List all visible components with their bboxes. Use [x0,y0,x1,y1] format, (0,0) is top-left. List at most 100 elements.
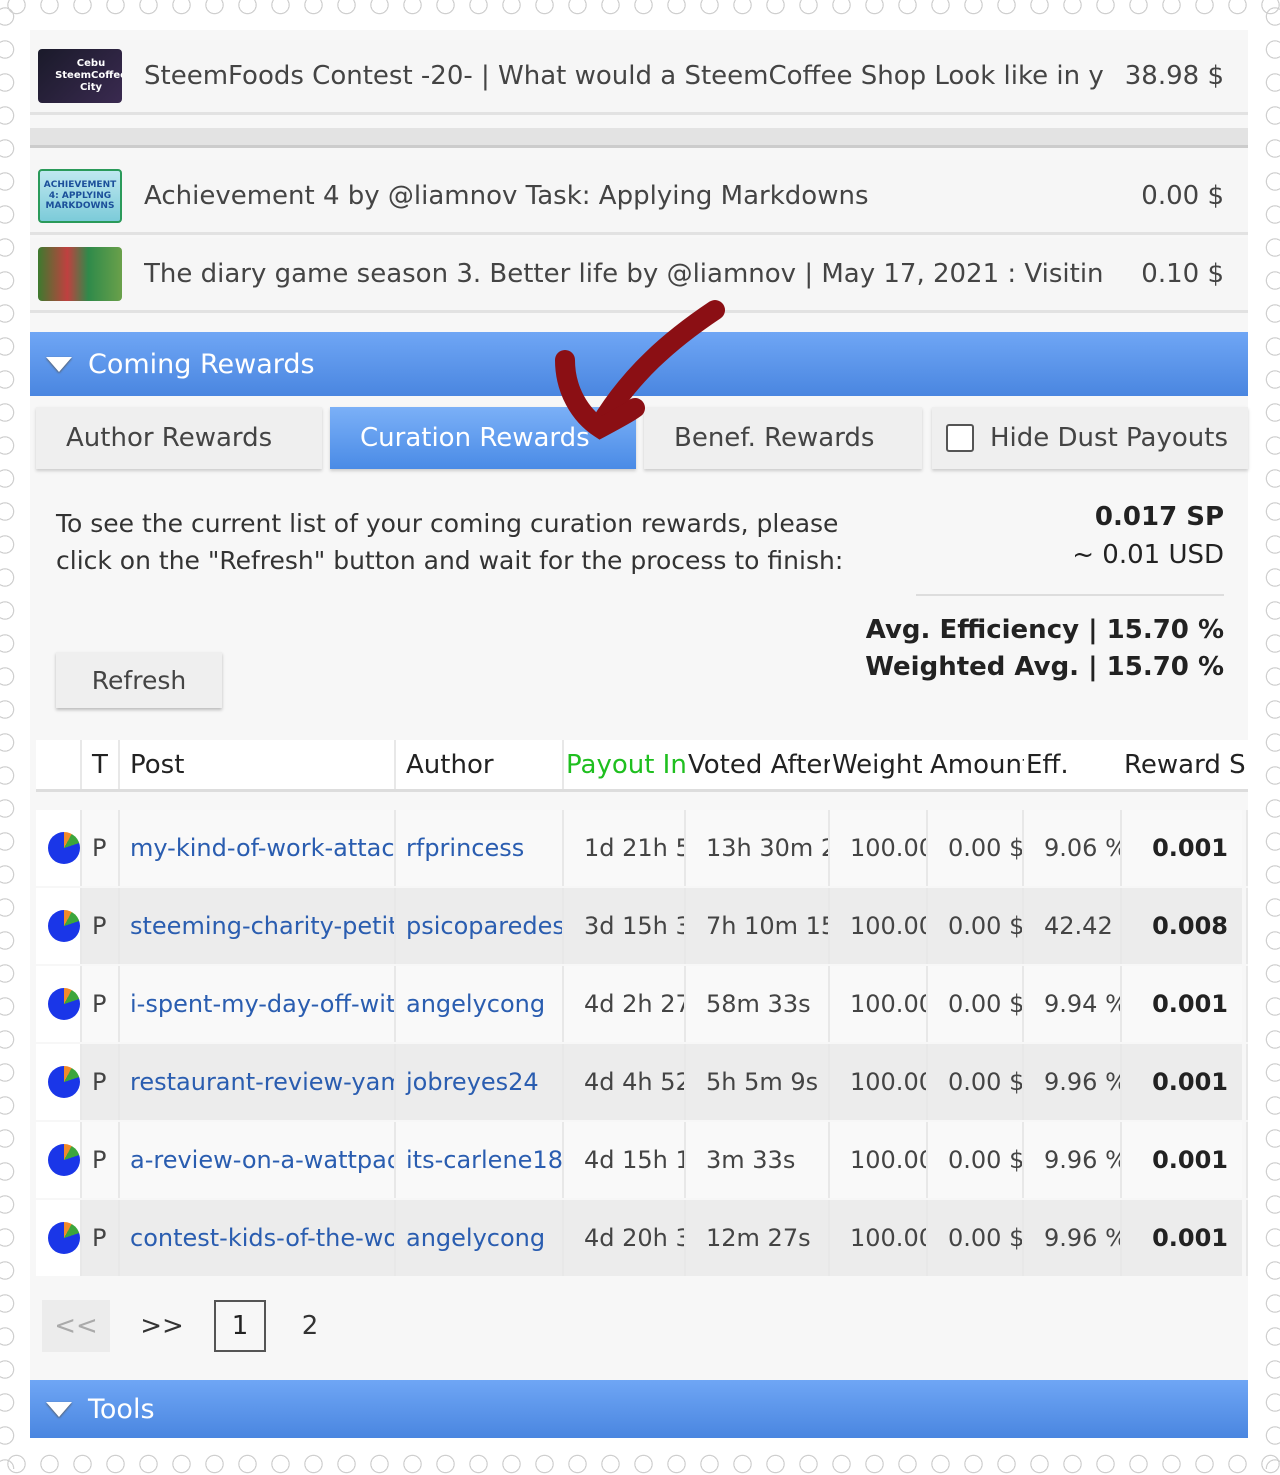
divider [30,128,1248,148]
cell-amount: 0.00 $ [930,966,1024,1042]
refresh-button[interactable]: Refresh [56,652,222,708]
cell-voted: 7h 10m 15s [688,888,830,964]
vote-pie-icon[interactable] [36,1200,82,1276]
cell-amount: 0.00 $ [930,810,1024,886]
cell-type: P [84,810,120,886]
cell-eff: 9.96 % [1026,1122,1122,1198]
stamp-border-left [0,0,16,1469]
post-amount: 0.10 $ [1131,259,1224,289]
post-thumbnail [38,247,122,301]
cell-voted: 13h 30m 24 [688,810,830,886]
column-header-8[interactable]: Eff. [1026,740,1122,789]
column-header-9[interactable]: Reward SP [1124,740,1248,789]
cell-author[interactable]: psicoparedes [398,888,564,964]
cell-post[interactable]: i-spent-my-day-off-with [122,966,396,1042]
page-1-button[interactable]: 1 [214,1300,266,1352]
tab-author-rewards[interactable]: Author Rewards [36,407,322,469]
column-header-6[interactable]: Weight [832,740,928,789]
vote-pie-icon[interactable] [36,1122,82,1198]
sp-total: 0.017 SP [1094,502,1224,532]
cell-eff: 9.96 % [1026,1200,1122,1276]
triangle-down-icon [46,356,72,372]
thumbnail-text: Cebu SteemCoffee City [55,58,122,93]
column-header-7[interactable]: Amount [930,740,1024,789]
cell-voted: 3m 33s [688,1122,830,1198]
cell-amount: 0.00 $ [930,1044,1024,1120]
vote-pie-icon[interactable] [36,810,82,886]
table-row[interactable]: Prestaurant-review-yama jobreyes24 4d 4h 5… [36,1044,1248,1120]
tools-header[interactable]: Tools [30,1380,1248,1438]
cell-post[interactable]: my-kind-of-work-attach [122,810,396,886]
page-2-button[interactable]: 2 [284,1300,336,1352]
column-header-3[interactable]: Author [398,740,564,789]
cell-weight: 100.00 [832,1122,928,1198]
table-row[interactable]: Pi-spent-my-day-off-with angelycong 4d 2h … [36,966,1248,1042]
cell-weight: 100.00 [832,888,928,964]
column-header-2[interactable]: Post [122,740,396,789]
cell-voted: 12m 27s [688,1200,830,1276]
table-row[interactable]: Psteeming-charity-petitic psicoparedes 3d … [36,888,1248,964]
pie-chart-icon [48,1066,80,1098]
cell-reward: 0.001 [1124,966,1248,1042]
post-title[interactable]: SteemFoods Contest -20- | What would a S… [144,61,1104,91]
cell-eff: 9.06 % [1026,810,1122,886]
cell-payout: 1d 21h 52 [566,810,686,886]
cell-payout: 4d 4h 52m [566,1044,686,1120]
weighted-avg: Weighted Avg. | 15.70 % [865,652,1224,682]
cell-post[interactable]: contest-kids-of-the-wor [122,1200,396,1276]
cell-author[interactable]: angelycong [398,966,564,1042]
cell-payout: 4d 20h 31 [566,1200,686,1276]
cell-author[interactable]: rfprincess [398,810,564,886]
cell-weight: 100.00 [832,1044,928,1120]
column-header-icon[interactable] [36,740,82,789]
cell-post[interactable]: steeming-charity-petitic [122,888,396,964]
pie-chart-icon [48,988,80,1020]
vote-pie-icon[interactable] [36,966,82,1042]
post-title[interactable]: Achievement 4 by @liamnov Task: Applying… [144,181,1104,211]
checkbox[interactable] [946,424,974,452]
pie-chart-icon [48,1144,80,1176]
cell-payout: 4d 2h 27m [566,966,686,1042]
cell-weight: 100.00 [832,1200,928,1276]
stamp-border-top [0,0,1280,16]
cell-post[interactable]: restaurant-review-yama [122,1044,396,1120]
stamp-border-right [1264,0,1280,1469]
column-header-1[interactable]: T [84,740,120,789]
info-text: To see the current list of your coming c… [56,509,844,575]
next-page-button[interactable]: >> [128,1300,196,1352]
cell-author[interactable]: jobreyes24 [398,1044,564,1120]
cell-reward: 0.001 [1124,810,1248,886]
stamp-border-bottom [0,1453,1280,1475]
triangle-down-icon [46,1401,72,1417]
post-row[interactable]: Cebu SteemCoffee City SteemFoods Contest… [30,40,1248,115]
vote-pie-icon[interactable] [36,1044,82,1120]
cell-reward: 0.001 [1124,1122,1248,1198]
post-thumbnail: ACHIEVEMENT 4: APPLYING MARKDOWNS [38,169,122,223]
vote-pie-icon[interactable] [36,888,82,964]
column-header-5[interactable]: Voted After [688,740,830,789]
pie-chart-icon [48,832,80,864]
cell-type: P [84,966,120,1042]
table-row[interactable]: Pa-review-on-a-wattpad-its-carlene18 4d 1… [36,1122,1248,1198]
post-title[interactable]: The diary game season 3. Better life by … [144,259,1104,289]
section-title: Coming Rewards [88,348,315,380]
table-row[interactable]: Pcontest-kids-of-the-wor angelycong 4d 20h… [36,1200,1248,1276]
checkbox-label: Hide Dust Payouts [990,423,1228,453]
column-header-4[interactable]: Payout In [566,740,686,789]
hide-dust-toggle[interactable]: Hide Dust Payouts [932,407,1248,469]
avg-efficiency: Avg. Efficiency | 15.70 % [865,615,1224,645]
prev-page-button[interactable]: << [42,1300,110,1352]
post-row[interactable]: ACHIEVEMENT 4: APPLYING MARKDOWNS Achiev… [30,160,1248,235]
cell-reward: 0.001 [1124,1200,1248,1276]
cell-amount: 0.00 $ [930,1200,1024,1276]
table-row[interactable]: Pmy-kind-of-work-attach rfprincess 1d 21h … [36,810,1248,886]
cell-post[interactable]: a-review-on-a-wattpad- [122,1122,396,1198]
cell-author[interactable]: its-carlene18 [398,1122,564,1198]
cell-author[interactable]: angelycong [398,1200,564,1276]
cell-weight: 100.00 [832,810,928,886]
post-thumbnail: Cebu SteemCoffee City [38,49,122,103]
table-header: T Post Author Payout In Voted After Weight Amo… [36,740,1248,792]
annotation-arrow-icon [555,300,725,440]
thumbnail-text: ACHIEVEMENT 4: APPLYING MARKDOWNS [43,179,117,212]
cell-type: P [84,888,120,964]
